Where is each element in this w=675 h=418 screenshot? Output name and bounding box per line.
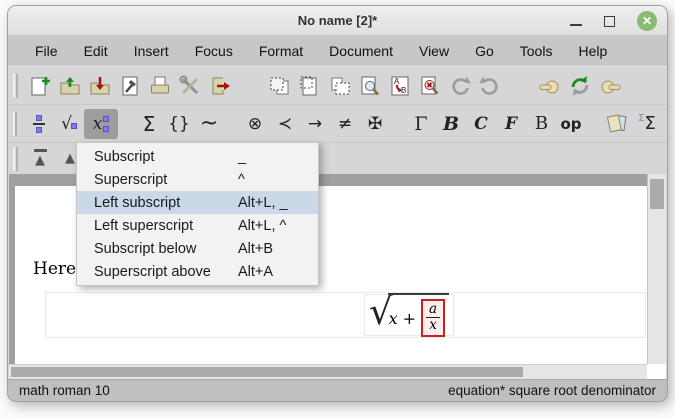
menu-item-subscript-below[interactable]: Subscript below Alt+B — [77, 237, 318, 260]
spell-check-icon[interactable] — [415, 71, 445, 101]
accent-icon[interactable]: ~ — [194, 109, 224, 139]
operator-text-icon[interactable]: op — [556, 109, 586, 139]
menu-tools[interactable]: Tools — [507, 39, 566, 63]
tools-icon[interactable] — [175, 71, 205, 101]
menu-item-left-superscript[interactable]: Left superscript Alt+L, ^ — [77, 214, 318, 237]
cut-icon[interactable] — [265, 71, 295, 101]
menu-insert[interactable]: Insert — [121, 39, 182, 63]
application-window: No name [2]* ✕ File Edit Insert Focus Fo… — [7, 5, 668, 402]
brackets-icon[interactable]: {} — [164, 109, 194, 139]
menu-focus[interactable]: Focus — [182, 39, 246, 63]
redo-icon[interactable] — [475, 71, 505, 101]
go-to-top-icon[interactable]: ▲ — [25, 144, 55, 174]
forward-icon[interactable] — [595, 71, 625, 101]
fraction-denominator: x — [426, 318, 440, 334]
not-equal-icon[interactable]: ≠ — [330, 109, 360, 139]
close-button[interactable]: ✕ — [637, 11, 657, 31]
menu-item-superscript[interactable]: Superscript ^ — [77, 168, 318, 191]
replace-icon[interactable]: AB — [385, 71, 415, 101]
shortcut-label: Alt+A — [238, 264, 318, 280]
menu-view[interactable]: View — [406, 39, 462, 63]
menu-format[interactable]: Format — [246, 39, 316, 63]
window-controls: ✕ — [570, 6, 657, 36]
fraktur-icon[interactable]: F — [496, 109, 526, 139]
greek-letters-icon[interactable]: Γ — [406, 109, 436, 139]
menu-item-left-subscript[interactable]: Left subscript Alt+L, _ — [77, 191, 318, 214]
save-document-icon[interactable] — [85, 71, 115, 101]
calligraphic-icon[interactable]: C — [466, 109, 496, 139]
status-right-context: equation* square root denominator — [448, 383, 656, 398]
menubar: File Edit Insert Focus Format Document V… — [8, 36, 667, 66]
svg-text:B: B — [401, 86, 406, 95]
menu-go[interactable]: Go — [462, 39, 507, 63]
shortcut-label: ^ — [238, 172, 318, 188]
reload-icon[interactable] — [565, 71, 595, 101]
equation-focus-box[interactable]: √ x + a x — [364, 294, 454, 336]
menu-help[interactable]: Help — [565, 39, 620, 63]
fraction-numerator: a — [426, 302, 440, 318]
main-toolbar: AB — [8, 66, 667, 104]
window-title: No name [2]* — [8, 13, 667, 28]
blackboard-bold-icon[interactable]: B — [526, 109, 556, 139]
menu-document[interactable]: Document — [316, 39, 406, 63]
statusbar: math roman 10 equation* square root deno… — [8, 379, 667, 401]
minimize-button[interactable] — [570, 24, 582, 26]
big-operator-icon[interactable]: Σ — [134, 109, 164, 139]
vertical-scrollbar-thumb[interactable] — [650, 179, 664, 209]
shortcut-label: Alt+B — [238, 241, 318, 257]
menu-edit[interactable]: Edit — [71, 39, 121, 63]
vertical-scrollbar[interactable] — [647, 174, 666, 364]
horizontal-scrollbar[interactable] — [9, 364, 647, 379]
shortcut-label: Alt+L, _ — [238, 195, 318, 211]
toolbar-drag-handle[interactable] — [13, 112, 17, 136]
menu-item-subscript[interactable]: Subscript _ — [77, 145, 318, 168]
sum-variant-icon[interactable]: Σ Σ — [632, 109, 662, 139]
scripts-icon[interactable]: x — [84, 109, 118, 139]
status-left-mode: math roman 10 — [19, 383, 110, 398]
precedes-icon[interactable]: ≺ — [270, 109, 300, 139]
paste-icon[interactable] — [325, 71, 355, 101]
math-preferences-icon[interactable]: Σ — [662, 109, 668, 139]
radicand-variable: x — [389, 309, 398, 328]
toolbar-drag-handle[interactable] — [13, 147, 18, 171]
bold-math-icon[interactable]: B — [436, 109, 466, 139]
menu-item-superscript-above[interactable]: Superscript above Alt+A — [77, 260, 318, 283]
scripts-dropdown-menu: Subscript _ Superscript ^ Left subscript… — [76, 142, 319, 286]
export-icon[interactable] — [205, 71, 235, 101]
square-root-icon[interactable]: √ — [54, 109, 84, 139]
shortcut-label: Alt+L, ^ — [238, 218, 318, 234]
copy-icon[interactable] — [295, 71, 325, 101]
shortcut-label: _ — [238, 149, 318, 165]
square-root-expression: √ x + a x — [369, 293, 449, 336]
svg-text:A: A — [394, 77, 400, 86]
otimes-icon[interactable]: ⊗ — [240, 109, 270, 139]
math-toolbar: √ x Σ {} ~ ⊗ ≺ → ≠ ✠ Γ B C F B op Σ Σ — [8, 104, 667, 142]
fraction-cursor-box[interactable]: a x — [421, 299, 445, 336]
style-hammer-icon[interactable] — [115, 71, 145, 101]
paragraph-text: Here — [33, 259, 76, 279]
open-document-icon[interactable] — [55, 71, 85, 101]
horizontal-scrollbar-thumb[interactable] — [11, 367, 523, 377]
maltese-cross-icon[interactable]: ✠ — [360, 109, 390, 139]
arrow-icon[interactable]: → — [300, 109, 330, 139]
menu-file[interactable]: File — [22, 39, 71, 63]
toolbar-drag-handle[interactable] — [13, 74, 18, 98]
maximize-button[interactable] — [604, 16, 615, 27]
undo-icon[interactable] — [445, 71, 475, 101]
print-icon[interactable] — [145, 71, 175, 101]
back-icon[interactable] — [535, 71, 565, 101]
search-icon[interactable] — [355, 71, 385, 101]
cards-icon[interactable] — [602, 109, 632, 139]
plus-operator: + — [403, 309, 416, 328]
fraction-icon[interactable] — [24, 109, 54, 139]
titlebar[interactable]: No name [2]* ✕ — [8, 6, 667, 36]
new-document-icon[interactable] — [25, 71, 55, 101]
equation-environment-box: √ x + a x — [45, 292, 646, 338]
